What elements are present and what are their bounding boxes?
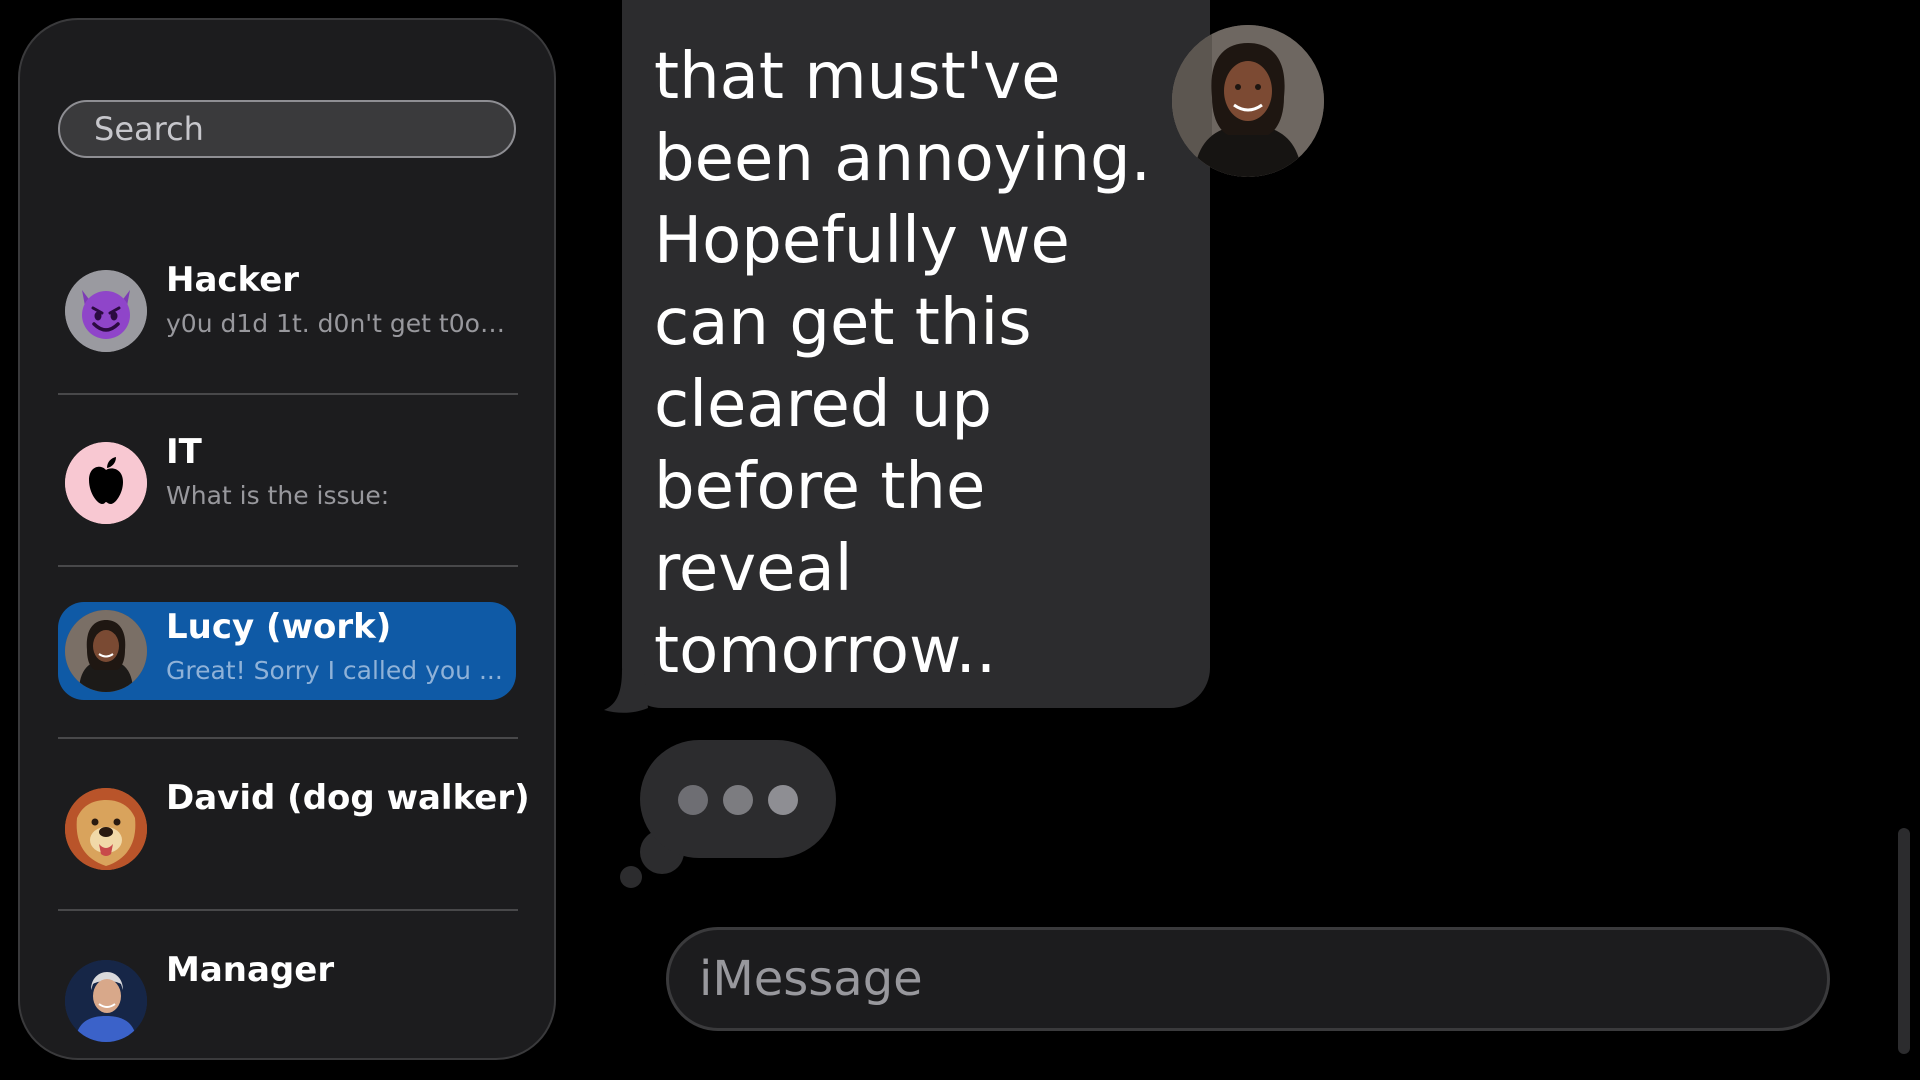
contact-name: Manager	[166, 950, 335, 990]
contact-name: David (dog walker)	[166, 778, 530, 818]
search-placeholder: Search	[94, 110, 204, 148]
search-input[interactable]: Search	[58, 100, 516, 158]
lucy-chat-avatar[interactable]	[1172, 25, 1324, 177]
divider	[58, 565, 518, 567]
scrollbar-thumb[interactable]	[1898, 828, 1910, 1054]
incoming-message-bubble: that must've been annoying. Hopefully we…	[622, 0, 1210, 708]
imessage-input[interactable]: iMessage	[666, 927, 1830, 1031]
contact-name: Hacker	[166, 260, 300, 300]
contact-it[interactable]: IT What is the issue:	[58, 427, 516, 525]
contact-manager[interactable]: Manager	[58, 945, 516, 1043]
contact-lucy-work[interactable]: Lucy (work) Great! Sorry I called you ..…	[58, 602, 516, 700]
typing-dot	[768, 785, 798, 815]
compose-placeholder: iMessage	[699, 951, 923, 1007]
contact-preview: y0u d1d 1t. d0n't get t0o ...	[166, 309, 506, 338]
contact-preview: Great! Sorry I called you ...	[166, 656, 503, 685]
divider	[58, 909, 518, 911]
devil-emoji-icon	[65, 270, 147, 352]
divider	[58, 737, 518, 739]
contact-name: IT	[166, 432, 202, 472]
bubble-tail	[604, 670, 648, 713]
contact-name: Lucy (work)	[166, 607, 392, 647]
typing-tail-small	[620, 866, 642, 888]
contact-preview: What is the issue:	[166, 481, 390, 510]
typing-dot	[678, 785, 708, 815]
lucy-avatar	[65, 610, 147, 692]
message-text: that must've been annoying. Hopefully we…	[654, 40, 1151, 688]
dog-avatar	[65, 788, 147, 870]
messages-app: Search Hacker y0u d1d 1t. d0n't get t0o …	[0, 0, 1920, 1080]
apple-logo-icon	[65, 442, 147, 524]
typing-dot	[723, 785, 753, 815]
contact-hacker[interactable]: Hacker y0u d1d 1t. d0n't get t0o ...	[58, 255, 516, 353]
manager-avatar	[65, 960, 147, 1042]
divider	[58, 393, 518, 395]
contact-david-dog-walker[interactable]: David (dog walker)	[58, 773, 530, 871]
typing-dots-icon	[640, 740, 836, 858]
sidebar	[18, 18, 556, 1060]
